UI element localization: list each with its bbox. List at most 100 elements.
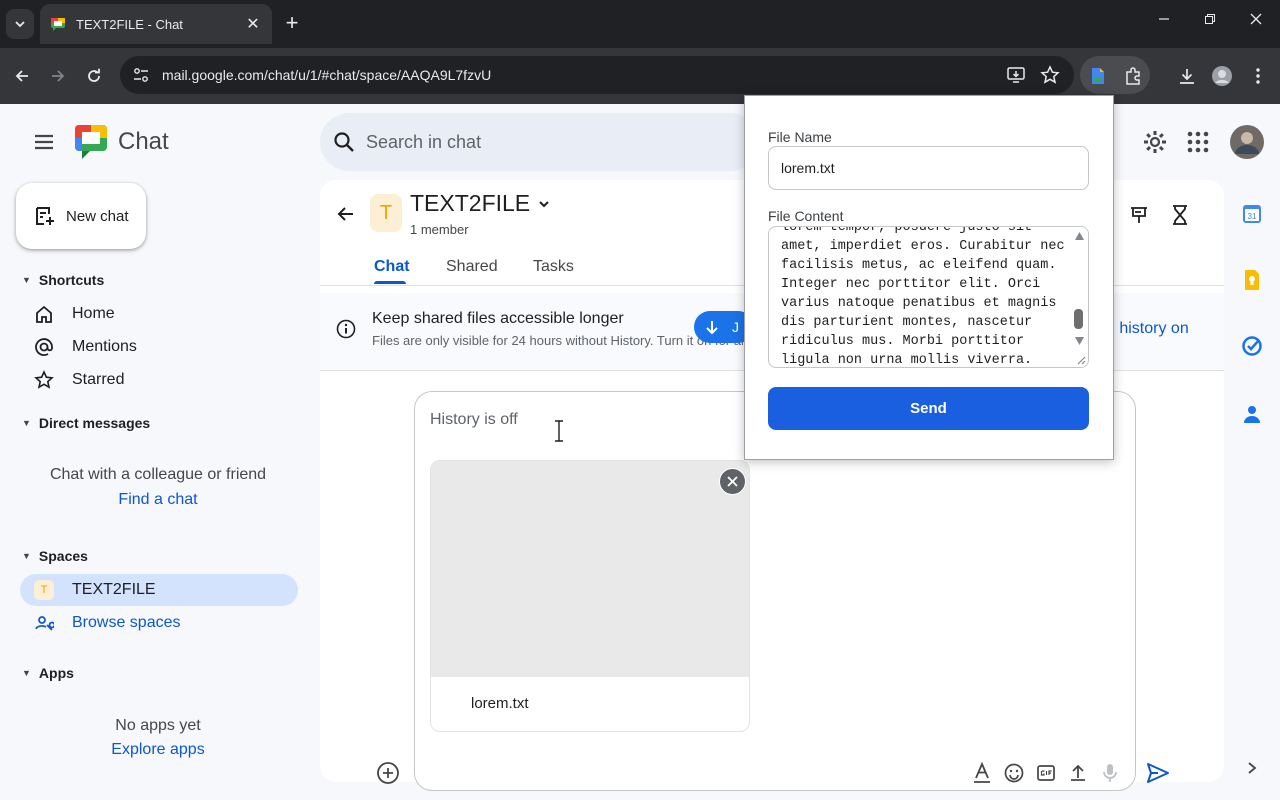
- close-window-button[interactable]: [1233, 0, 1279, 38]
- shortcuts-label: Shortcuts: [38, 272, 105, 288]
- back-to-list-button[interactable]: [336, 204, 356, 224]
- direct-messages-label: Direct messages: [38, 415, 151, 431]
- caret-down-icon: ▼: [22, 275, 31, 285]
- contacts-app-button[interactable]: [1236, 398, 1268, 430]
- install-app-icon[interactable]: [1006, 65, 1026, 85]
- calendar-app-button[interactable]: 31: [1236, 198, 1268, 230]
- file-content-textarea[interactable]: lorem tempor, posuere justo sit amet, im…: [768, 226, 1089, 368]
- upload-icon: [1071, 764, 1085, 781]
- restore-button[interactable]: [1187, 0, 1233, 38]
- sidebar-item-starred[interactable]: Starred: [20, 364, 298, 396]
- tasks-app-button[interactable]: [1236, 330, 1268, 362]
- hamburger-menu-icon: [35, 134, 53, 150]
- send-message-button[interactable]: [1145, 760, 1171, 786]
- apps-section-header[interactable]: ▼ Apps: [22, 665, 74, 681]
- search-icon: [334, 132, 354, 152]
- voice-message-button[interactable]: [1097, 760, 1123, 786]
- arrow-left-icon: [337, 207, 353, 221]
- pin-icon: [1131, 207, 1147, 223]
- send-icon: [1147, 763, 1169, 783]
- add-button[interactable]: [375, 760, 401, 786]
- browser-menu-button[interactable]: [1244, 62, 1272, 90]
- new-chat-button[interactable]: New chat: [16, 183, 146, 249]
- gif-button[interactable]: [1033, 760, 1059, 786]
- keep-app-button[interactable]: [1236, 264, 1268, 296]
- explore-apps-link[interactable]: Explore apps: [0, 741, 316, 759]
- google-apps-button[interactable]: [1187, 131, 1209, 153]
- main-menu-button[interactable]: [30, 128, 58, 156]
- attachment-name: lorem.txt: [471, 695, 529, 712]
- file-content-label: File Content: [768, 208, 844, 224]
- browse-spaces-link[interactable]: Browse spaces: [20, 607, 298, 639]
- bookmark-star-icon[interactable]: [1040, 65, 1060, 85]
- textarea-scrollbar[interactable]: [1070, 227, 1088, 367]
- attachment-preview: [431, 461, 749, 677]
- account-avatar[interactable]: [1229, 124, 1265, 160]
- info-icon-wrap: [336, 319, 356, 339]
- space-avatar: T: [34, 580, 54, 600]
- turn-history-on-link[interactable]: n history on: [1106, 320, 1189, 338]
- active-tab-indicator: [374, 281, 406, 284]
- space-title-menu[interactable]: TEXT2FILE: [410, 190, 550, 217]
- profile-button[interactable]: [1208, 62, 1236, 90]
- forward-button[interactable]: [42, 60, 74, 92]
- pin-button[interactable]: [1128, 204, 1150, 226]
- settings-button[interactable]: [1142, 129, 1168, 155]
- file-name-input[interactable]: lorem.txt: [768, 146, 1089, 190]
- minimize-button[interactable]: [1141, 0, 1187, 38]
- gear-icon: [1144, 131, 1166, 153]
- minimize-icon: [1159, 18, 1169, 20]
- arrow-down-icon: [706, 321, 718, 335]
- sidebar-item-mentions[interactable]: Mentions: [20, 331, 298, 363]
- upload-file-button[interactable]: [1065, 760, 1091, 786]
- sidebar-item-text2file[interactable]: T TEXT2FILE: [20, 574, 298, 606]
- sidebar-item-label: Home: [72, 305, 115, 322]
- hourglass-icon: [1173, 205, 1187, 225]
- sidebar-item-home[interactable]: Home: [20, 298, 298, 330]
- keep-icon: [1245, 270, 1259, 290]
- spaces-section-header[interactable]: ▼ Spaces: [22, 548, 88, 564]
- downloads-button[interactable]: [1173, 62, 1201, 90]
- direct-messages-section-header[interactable]: ▼ Direct messages: [22, 415, 150, 431]
- tab-tasks[interactable]: Tasks: [533, 258, 574, 276]
- banner-text: Files are only visible for 24 hours with…: [372, 333, 747, 348]
- svg-text:31: 31: [1248, 212, 1257, 221]
- app-name: Chat: [118, 128, 169, 155]
- contacts-icon: [1244, 406, 1260, 423]
- send-file-button[interactable]: Send: [768, 387, 1089, 430]
- expand-side-panel-button[interactable]: [1236, 752, 1268, 784]
- remove-attachment-button[interactable]: [719, 468, 746, 495]
- browse-spaces-label: Browse spaces: [72, 614, 181, 631]
- restore-icon: [1205, 14, 1215, 24]
- dm-empty-text: Chat with a colleague or friend: [49, 466, 267, 483]
- back-button[interactable]: [6, 60, 38, 92]
- shortcuts-section-header[interactable]: ▼ Shortcuts: [22, 272, 104, 288]
- scroll-up-icon: [1075, 232, 1084, 240]
- emoji-button[interactable]: [1001, 760, 1027, 786]
- text2file-extension-button[interactable]: [1084, 62, 1112, 90]
- puzzle-icon: [1126, 67, 1140, 85]
- tab-close-button[interactable]: ✕: [244, 14, 262, 34]
- find-a-chat-link[interactable]: Find a chat: [0, 491, 316, 509]
- format-text-button[interactable]: [969, 760, 995, 786]
- chat-logo[interactable]: Chat: [74, 124, 169, 160]
- space-title: TEXT2FILE: [410, 190, 531, 216]
- resize-handle-icon[interactable]: [1076, 355, 1086, 365]
- browser-tab[interactable]: TEXT2FILE - Chat ✕: [40, 4, 272, 44]
- extensions-button[interactable]: [1119, 62, 1147, 90]
- spaces-label: Spaces: [38, 548, 88, 564]
- tab-chat[interactable]: Chat: [374, 258, 410, 276]
- address-bar[interactable]: mail.google.com/chat/u/1/#chat/space/AAQ…: [120, 56, 1074, 94]
- composer-placeholder: History is off: [430, 411, 518, 428]
- scrollbar-thumb[interactable]: [1074, 309, 1083, 329]
- reload-button[interactable]: [78, 60, 110, 92]
- chat-search-bar[interactable]: Search in chat: [320, 113, 760, 171]
- tab-search-button[interactable]: [6, 9, 34, 39]
- url-text: mail.google.com/chat/u/1/#chat/space/AAQ…: [162, 67, 492, 83]
- download-icon: [1180, 69, 1194, 84]
- tab-shared[interactable]: Shared: [446, 258, 498, 276]
- new-tab-button[interactable]: +: [280, 12, 304, 36]
- attachment-card[interactable]: lorem.txt: [430, 460, 750, 732]
- history-button[interactable]: [1170, 204, 1190, 226]
- chevron-right-icon: [1248, 762, 1257, 774]
